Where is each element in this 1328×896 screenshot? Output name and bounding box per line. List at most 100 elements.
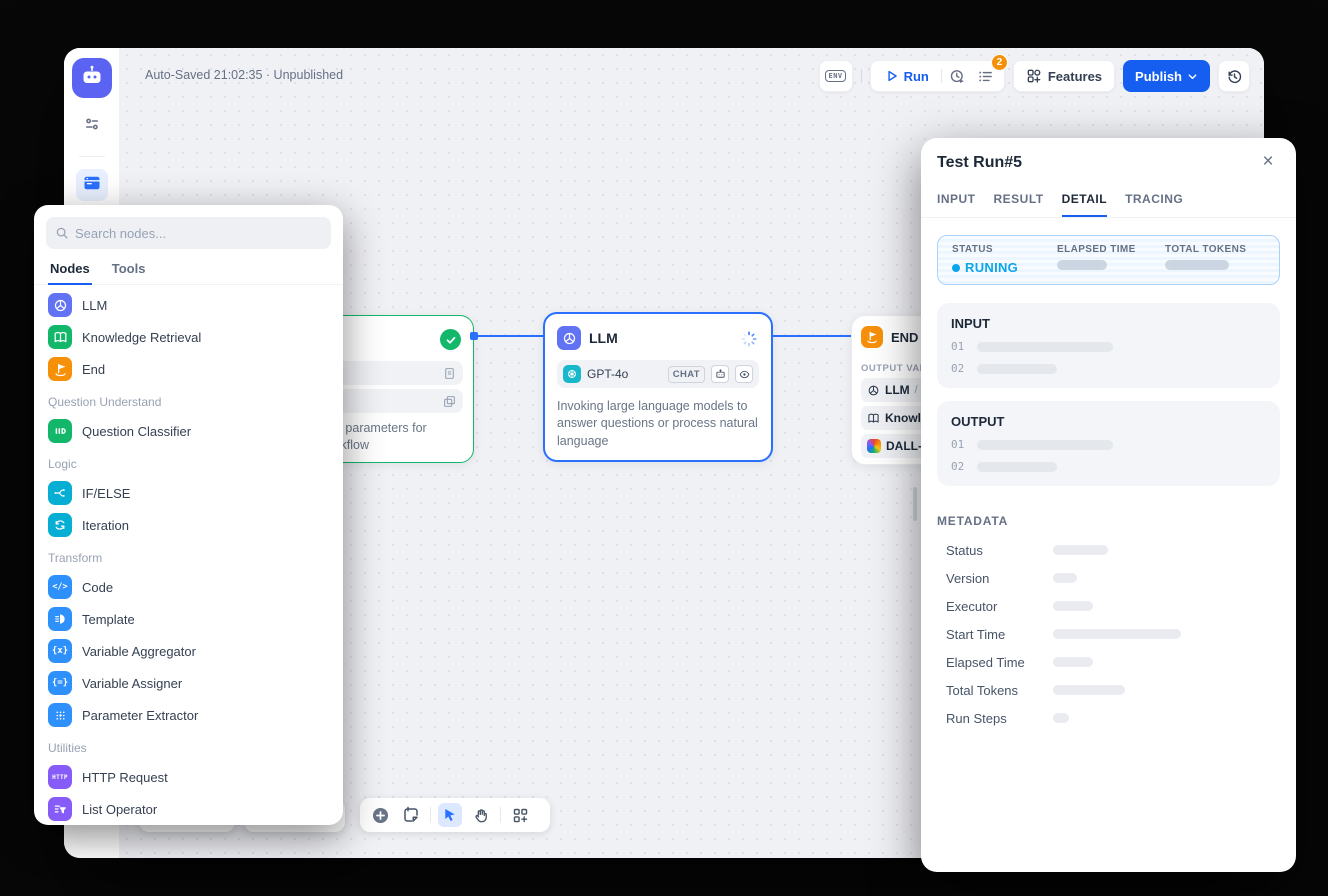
palette-item-end[interactable]: End	[34, 353, 343, 385]
skeleton-bar	[977, 462, 1057, 472]
metadata-row-status: Status	[946, 536, 1280, 564]
node-search[interactable]	[46, 217, 331, 249]
section-logic: Logic	[34, 447, 343, 477]
window-icon	[82, 173, 102, 198]
chat-mode-badge: CHAT	[668, 366, 705, 383]
llm-node[interactable]: LLM GPT-4o CHAT Invoking large language …	[543, 312, 773, 462]
app-logo[interactable]	[72, 58, 112, 98]
close-icon[interactable]: ×	[1256, 150, 1280, 174]
code-icon: </>	[48, 575, 72, 599]
if-else-icon	[48, 481, 72, 505]
variable-aggregator-icon: {x}	[48, 639, 72, 663]
palette-item-variable-aggregator[interactable]: {x} Variable Aggregator	[34, 635, 343, 667]
template-icon	[48, 607, 72, 631]
palette-item-parameter-extractor[interactable]: Parameter Extractor	[34, 699, 343, 731]
scrollbar[interactable]	[913, 487, 917, 521]
checklist-icon	[977, 68, 994, 85]
skeleton-bar	[1053, 573, 1077, 583]
elapsed-time-label: ELAPSED TIME	[1057, 244, 1165, 255]
model-name: GPT-4o	[587, 367, 662, 381]
vision-eye-icon	[735, 365, 753, 383]
metadata-row-executor: Executor	[946, 592, 1280, 620]
palette-item-variable-assigner[interactable]: {=} Variable Assigner	[34, 667, 343, 699]
llm-icon	[557, 326, 581, 350]
section-utilities: Utilities	[34, 731, 343, 761]
tab-result[interactable]: RESULT	[994, 186, 1044, 217]
run-history-button[interactable]	[944, 62, 972, 90]
test-run-panel: Test Run#5 × INPUT RESULT DETAIL TRACING…	[921, 138, 1296, 872]
palette-item-llm[interactable]: LLM	[34, 289, 343, 321]
llm-icon	[48, 293, 72, 317]
run-panel-title: Test Run#5	[937, 154, 1022, 172]
iteration-icon	[48, 513, 72, 537]
tab-input[interactable]: INPUT	[937, 186, 976, 217]
success-check-icon	[440, 329, 461, 350]
palette-item-template[interactable]: Template	[34, 603, 343, 635]
autosave-status: Auto-Saved 21:02:35 · Unpublished	[145, 68, 343, 82]
openai-icon	[563, 365, 581, 383]
section-transform: Transform	[34, 541, 343, 571]
palette-item-iteration[interactable]: Iteration	[34, 509, 343, 541]
variable-assigner-icon: {=}	[48, 671, 72, 695]
skeleton-bar	[1053, 545, 1108, 555]
palette-item-question-classifier[interactable]: Question Classifier	[34, 415, 343, 447]
preview-panel-button[interactable]	[76, 169, 108, 201]
env-button[interactable]: ENV	[819, 60, 853, 92]
skeleton-bar	[1057, 260, 1107, 270]
run-button[interactable]: Run	[875, 61, 939, 91]
skeleton-bar	[1053, 629, 1181, 639]
edge-start-llm	[474, 335, 543, 337]
end-icon	[48, 357, 72, 381]
knowledge-retrieval-icon	[48, 325, 72, 349]
skeleton-bar	[1053, 657, 1093, 667]
skeleton-bar	[1053, 713, 1069, 723]
add-node-button[interactable]	[368, 803, 392, 827]
sliders-icon	[83, 115, 101, 138]
pointer-tool-button[interactable]	[438, 803, 462, 827]
tab-nodes[interactable]: Nodes	[48, 257, 92, 285]
organize-nodes-button[interactable]	[508, 803, 532, 827]
model-selector[interactable]: GPT-4o CHAT	[557, 360, 759, 388]
running-dot-icon	[952, 264, 960, 272]
palette-item-code[interactable]: </> Code	[34, 571, 343, 603]
publish-button[interactable]: Publish	[1123, 60, 1210, 92]
features-button[interactable]: Features	[1013, 60, 1115, 92]
metadata-row-run-steps: Run Steps	[946, 704, 1280, 732]
status-card: STATUS RUNING ELAPSED TIME TOTAL TOKENS	[937, 235, 1280, 285]
hand-tool-button[interactable]	[469, 803, 493, 827]
input-title: INPUT	[951, 316, 1266, 331]
section-question-understand: Question Understand	[34, 385, 343, 415]
tab-detail[interactable]: DETAIL	[1062, 186, 1107, 217]
run-group: Run 2	[870, 60, 1005, 92]
input-section: INPUT 01 02	[937, 303, 1280, 388]
skeleton-bar	[1053, 601, 1093, 611]
tab-tracing[interactable]: TRACING	[1125, 186, 1183, 217]
node-palette-panel: Nodes Tools LLM Knowledge Retrieval End …	[34, 205, 343, 825]
metadata-row-total-tokens: Total Tokens	[946, 676, 1280, 704]
metadata-title: METADATA	[937, 514, 1280, 528]
skeleton-bar	[977, 440, 1113, 450]
skeleton-bar	[1053, 685, 1125, 695]
palette-item-if-else[interactable]: IF/ELSE	[34, 477, 343, 509]
metadata-row-elapsed-time: Elapsed Time	[946, 648, 1280, 676]
skeleton-bar	[977, 342, 1113, 352]
palette-item-http-request[interactable]: HTTP HTTP Request	[34, 761, 343, 793]
palette-tabs: Nodes Tools	[34, 257, 343, 285]
parameter-extractor-icon	[48, 703, 72, 727]
end-icon	[861, 326, 883, 348]
total-tokens-label: TOTAL TOKENS	[1165, 244, 1246, 255]
palette-item-list-operator[interactable]: List Operator	[34, 793, 343, 825]
restore-clock-icon	[1226, 68, 1243, 85]
palette-item-knowledge-retrieval[interactable]: Knowledge Retrieval	[34, 321, 343, 353]
sidebar-divider	[79, 156, 105, 157]
status-value: RUNING	[965, 260, 1018, 275]
memory-icon	[711, 365, 729, 383]
workflow-settings-button[interactable]	[76, 110, 108, 142]
version-history-button[interactable]	[1218, 60, 1250, 92]
env-icon: ENV	[825, 70, 845, 82]
dalle-icon	[867, 439, 881, 453]
features-icon	[1026, 68, 1042, 84]
tab-tools[interactable]: Tools	[110, 257, 148, 284]
add-note-button[interactable]	[399, 803, 423, 827]
search-input[interactable]	[75, 226, 322, 241]
